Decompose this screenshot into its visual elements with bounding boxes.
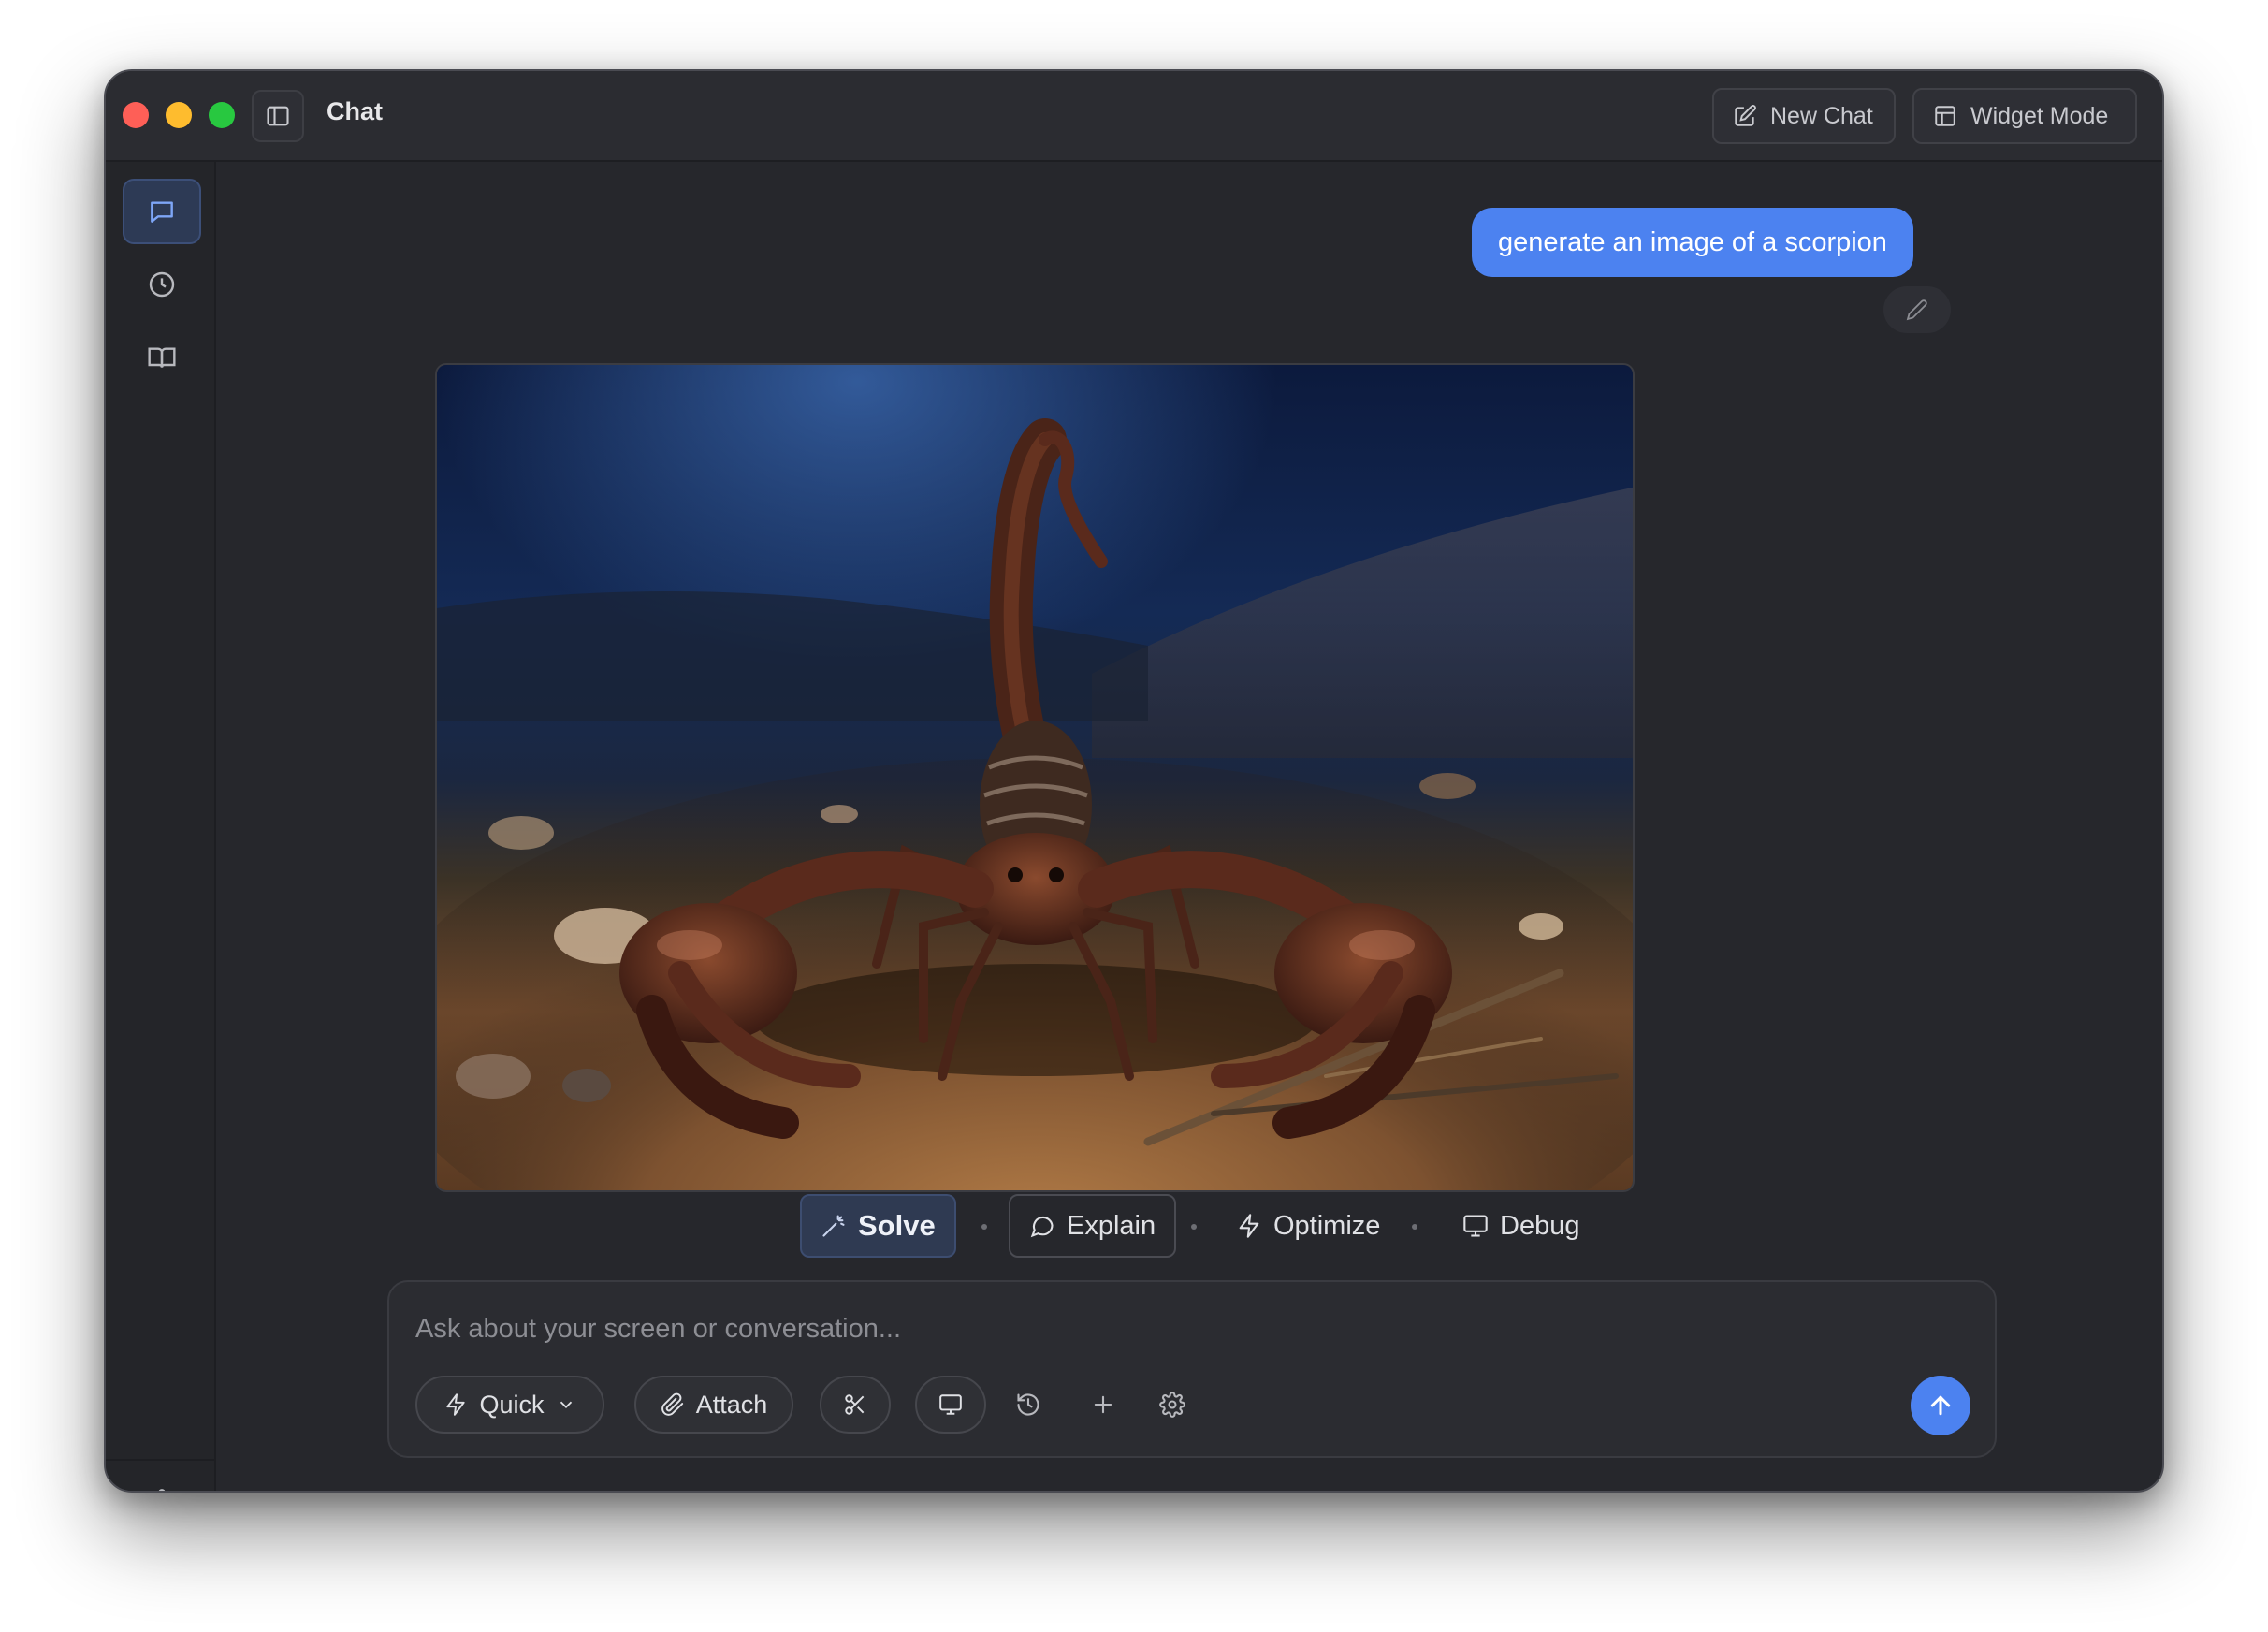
- optimize-label: Optimize: [1273, 1210, 1381, 1241]
- sidebar-icon: [267, 106, 289, 126]
- layout-icon: [1935, 106, 1955, 126]
- edit-square-icon: [1735, 105, 1756, 126]
- separator-dot: [1412, 1224, 1418, 1230]
- debug-label: Debug: [1500, 1210, 1580, 1241]
- optimize-button[interactable]: Optimize: [1217, 1194, 1399, 1258]
- gear-icon: [159, 1489, 165, 1491]
- minimize-window-button[interactable]: [166, 102, 192, 128]
- app-window: Chat New Chat Widget Mode generate an im…: [104, 69, 2164, 1493]
- arrow-up-icon: [1930, 1395, 1951, 1416]
- lightning-icon: [446, 1393, 466, 1416]
- add-button[interactable]: [1082, 1383, 1125, 1426]
- new-chat-button[interactable]: New Chat: [1712, 88, 1896, 144]
- widget-mode-label: Widget Mode: [1970, 102, 2109, 129]
- monitor-icon: [1463, 1215, 1488, 1237]
- lightning-icon: [1239, 1214, 1259, 1238]
- send-button[interactable]: [1911, 1376, 1970, 1435]
- new-chat-label: New Chat: [1770, 102, 1873, 129]
- composer-settings-button[interactable]: [1151, 1383, 1194, 1426]
- solve-button[interactable]: Solve: [800, 1194, 956, 1258]
- monitor-icon: [939, 1394, 962, 1415]
- mode-label: Quick: [479, 1390, 545, 1419]
- solve-label: Solve: [858, 1209, 936, 1242]
- book-icon: [148, 347, 176, 368]
- chat-bubble-icon: [151, 201, 173, 223]
- scissors-icon: [845, 1394, 865, 1415]
- close-window-button[interactable]: [123, 102, 149, 128]
- image-action-bar: Solve Explain Optimize Debug: [106, 1192, 2162, 1261]
- explain-label: Explain: [1067, 1210, 1156, 1241]
- sidebar: [106, 162, 216, 1491]
- plus-icon: [1094, 1395, 1112, 1414]
- edit-message-button[interactable]: [1883, 286, 1951, 333]
- speech-bubble-icon: [1030, 1216, 1054, 1238]
- attach-button[interactable]: Attach: [634, 1376, 793, 1434]
- paperclip-icon: [661, 1392, 683, 1416]
- separator-dot: [981, 1224, 987, 1230]
- user-message-bubble: generate an image of a scorpion: [1472, 208, 1913, 277]
- screenshot-crop-button[interactable]: [820, 1376, 891, 1434]
- screen-capture-button[interactable]: [915, 1376, 986, 1434]
- clock-icon: [149, 271, 175, 298]
- generated-image[interactable]: [435, 363, 1635, 1192]
- title-bar: Chat New Chat Widget Mode: [106, 71, 2162, 162]
- mode-select[interactable]: Quick: [415, 1376, 604, 1434]
- pencil-icon: [1906, 299, 1927, 321]
- chevron-down-icon: [560, 1401, 572, 1409]
- settings-button[interactable]: [123, 1470, 201, 1491]
- debug-button[interactable]: Debug: [1444, 1194, 1598, 1258]
- maximize-window-button[interactable]: [209, 102, 235, 128]
- history-button[interactable]: [1007, 1383, 1050, 1426]
- history-icon: [1017, 1393, 1040, 1416]
- explain-button[interactable]: Explain: [1009, 1194, 1177, 1258]
- sidebar-item-library[interactable]: [123, 325, 201, 390]
- sidebar-divider: [106, 1459, 216, 1461]
- attach-label: Attach: [695, 1390, 768, 1419]
- message-input[interactable]: [415, 1308, 1912, 1349]
- magic-wand-icon: [822, 1215, 845, 1237]
- scorpion-image: [437, 365, 1633, 1190]
- separator-dot: [1191, 1224, 1197, 1230]
- message-composer: Quick Attach: [387, 1280, 1997, 1458]
- sidebar-item-history[interactable]: [123, 252, 201, 317]
- widget-mode-button[interactable]: Widget Mode: [1912, 88, 2137, 144]
- sidebar-item-chat[interactable]: [123, 179, 201, 244]
- gear-icon: [1159, 1392, 1185, 1418]
- window-title: Chat: [327, 97, 383, 125]
- sidebar-toggle-button[interactable]: [252, 90, 304, 142]
